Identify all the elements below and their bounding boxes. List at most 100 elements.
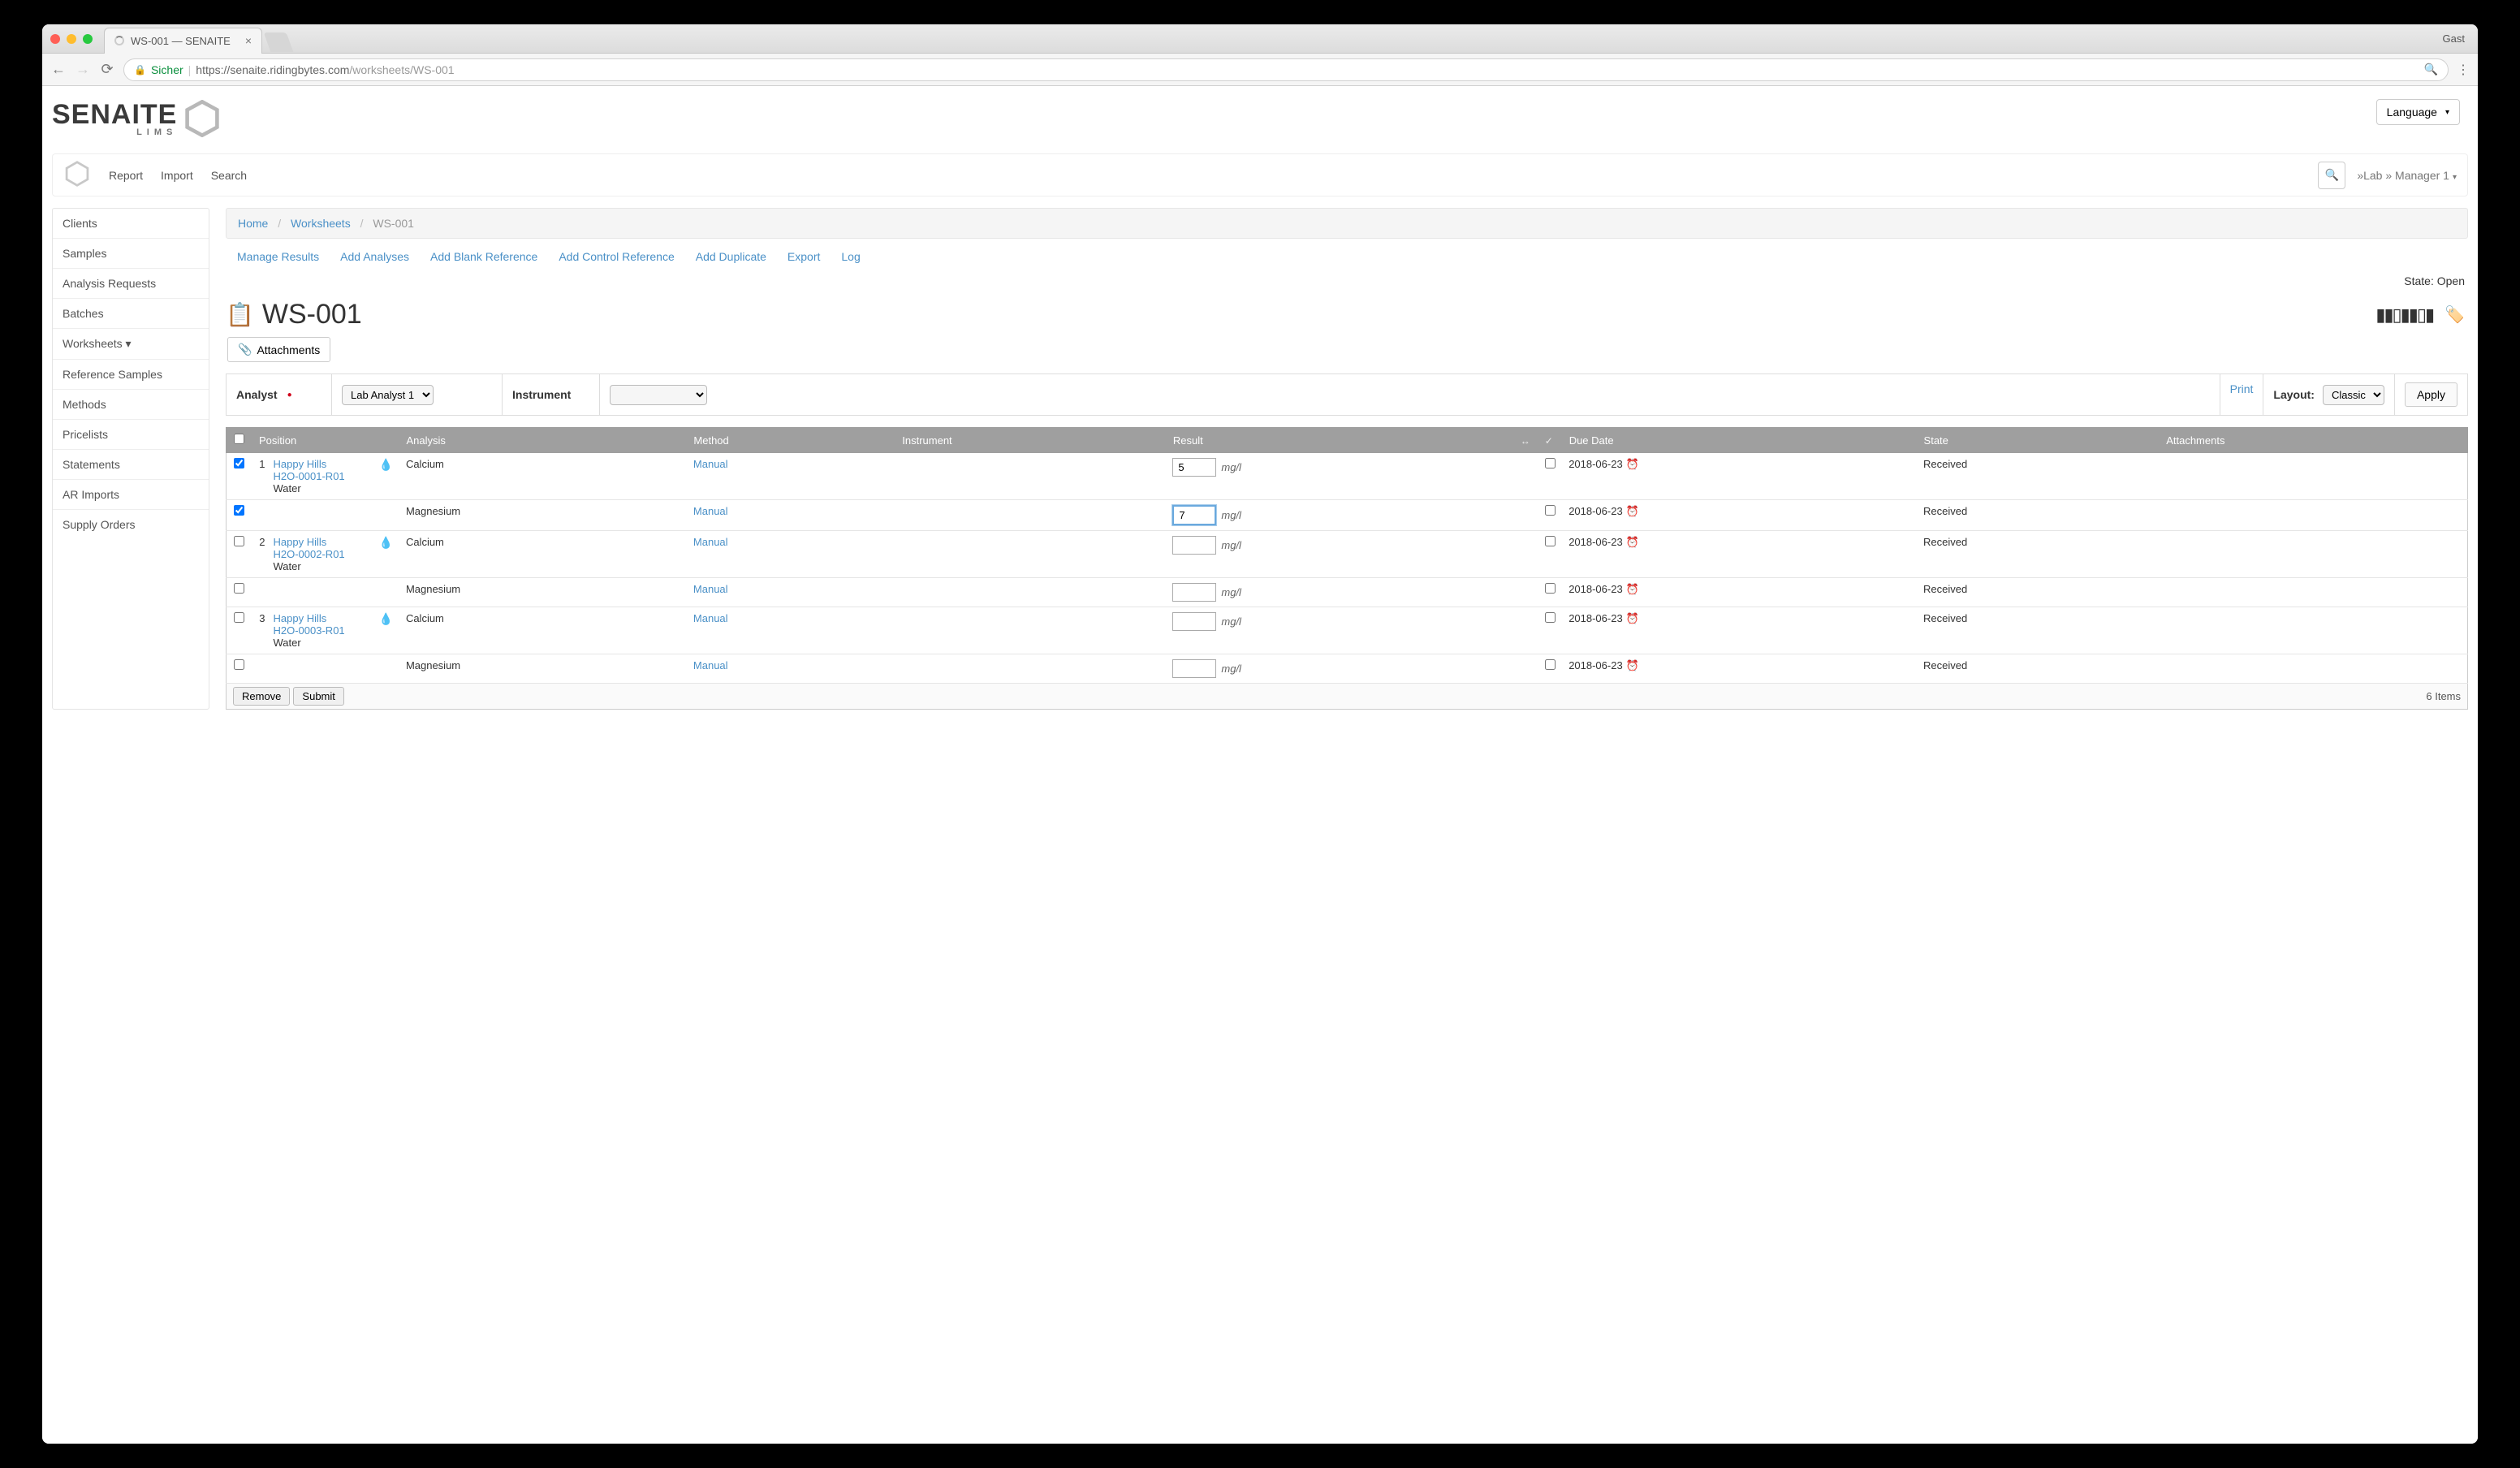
barcode-icon[interactable]: ▮▮▯▮▮▯▮ — [2375, 304, 2433, 326]
browser-tab[interactable]: WS-001 — SENAITE × — [104, 28, 262, 54]
sticker-icon[interactable]: 🏷️ — [2444, 304, 2465, 325]
result-input[interactable] — [1172, 583, 1216, 602]
nav-import[interactable]: Import — [161, 169, 193, 182]
sidebar-item[interactable]: Samples — [53, 239, 209, 269]
tab-log[interactable]: Log — [841, 250, 860, 263]
request-link[interactable]: H2O-0003-R01 — [274, 624, 366, 637]
new-tab-button[interactable] — [264, 32, 294, 52]
clock-icon: ⏰ — [1626, 583, 1639, 595]
position-cell — [252, 500, 267, 531]
row-checkbox[interactable] — [234, 659, 244, 670]
client-link[interactable]: Happy Hills — [274, 536, 327, 548]
search-button[interactable]: 🔍 — [2318, 162, 2345, 189]
close-window-button[interactable] — [50, 34, 60, 44]
sidebar-item[interactable]: Supply Orders — [53, 510, 209, 539]
tab-close-icon[interactable]: × — [245, 34, 252, 47]
result-input[interactable] — [1172, 505, 1216, 525]
verify-checkbox[interactable] — [1545, 458, 1556, 468]
sample-cell — [267, 654, 373, 684]
col-attachments[interactable]: Attachments — [2160, 428, 2468, 453]
sample-icon-cell: 💧 — [373, 453, 399, 500]
senaite-logo[interactable]: SENAITE LIMS — [52, 99, 221, 137]
request-link[interactable]: H2O-0001-R01 — [274, 470, 366, 482]
nav-search[interactable]: Search — [211, 169, 247, 182]
sidebar-item[interactable]: Worksheets ▾ — [53, 329, 209, 360]
print-link[interactable]: Print — [2230, 382, 2254, 395]
sidebar-item[interactable]: Batches — [53, 299, 209, 329]
row-checkbox[interactable] — [234, 583, 244, 594]
method-link[interactable]: Manual — [693, 458, 728, 470]
back-button[interactable]: ← — [50, 61, 67, 78]
col-position[interactable]: Position — [252, 428, 373, 453]
table-row: 2Happy HillsH2O-0002-R01Water💧CalciumMan… — [227, 531, 2468, 578]
profile-label[interactable]: Gast — [2443, 32, 2465, 45]
sidebar-item[interactable]: Pricelists — [53, 420, 209, 450]
tab-add-control[interactable]: Add Control Reference — [559, 250, 674, 263]
method-link[interactable]: Manual — [693, 583, 728, 595]
method-link[interactable]: Manual — [693, 659, 728, 671]
omnibox-search-icon[interactable]: 🔍 — [2424, 63, 2438, 76]
app-home-icon[interactable] — [63, 160, 91, 190]
verify-checkbox[interactable] — [1545, 505, 1556, 516]
tab-export[interactable]: Export — [788, 250, 820, 263]
result-input[interactable] — [1172, 536, 1216, 555]
method-link[interactable]: Manual — [693, 505, 728, 517]
sidebar-item[interactable]: AR Imports — [53, 480, 209, 510]
row-checkbox[interactable] — [234, 612, 244, 623]
minimize-window-button[interactable] — [67, 34, 76, 44]
col-analysis[interactable]: Analysis — [399, 428, 687, 453]
sample-cell — [267, 500, 373, 531]
col-method[interactable]: Method — [687, 428, 895, 453]
select-all-checkbox[interactable] — [234, 434, 244, 444]
col-due[interactable]: Due Date — [1562, 428, 1917, 453]
verify-checkbox[interactable] — [1545, 583, 1556, 594]
tab-add-duplicate[interactable]: Add Duplicate — [696, 250, 766, 263]
reload-button[interactable]: ⟳ — [99, 61, 115, 78]
apply-button[interactable]: Apply — [2405, 382, 2457, 407]
sidebar-item[interactable]: Clients — [53, 209, 209, 239]
crumb-worksheets[interactable]: Worksheets — [291, 217, 351, 230]
client-link[interactable]: Happy Hills — [274, 458, 327, 470]
browser-menu-button[interactable]: ⋮ — [2457, 62, 2470, 78]
sidebar-item[interactable]: Reference Samples — [53, 360, 209, 390]
row-checkbox[interactable] — [234, 505, 244, 516]
submit-button[interactable]: Submit — [293, 687, 343, 706]
request-link[interactable]: H2O-0002-R01 — [274, 548, 366, 560]
sidebar-item[interactable]: Analysis Requests — [53, 269, 209, 299]
page-title: WS-001 — [262, 299, 362, 330]
crumb-home[interactable]: Home — [238, 217, 268, 230]
verify-checkbox[interactable] — [1545, 612, 1556, 623]
client-link[interactable]: Happy Hills — [274, 612, 327, 624]
instrument-select[interactable] — [610, 385, 707, 405]
caret-down-icon: ▾ — [2445, 108, 2449, 117]
user-menu[interactable]: »Lab » Manager 1▾ — [2357, 169, 2457, 182]
col-instrument[interactable]: Instrument — [895, 428, 1167, 453]
method-link[interactable]: Manual — [693, 536, 728, 548]
nav-report[interactable]: Report — [109, 169, 143, 182]
sidebar-item[interactable]: Statements — [53, 450, 209, 480]
attachments-button[interactable]: 📎 Attachments — [227, 337, 330, 362]
tab-add-blank[interactable]: Add Blank Reference — [430, 250, 537, 263]
tab-add-analyses[interactable]: Add Analyses — [340, 250, 409, 263]
range-icon: ↔ — [1521, 435, 1530, 447]
result-input[interactable] — [1172, 458, 1216, 477]
tab-manage-results[interactable]: Manage Results — [237, 250, 319, 263]
analyst-select[interactable]: Lab Analyst 1 — [342, 385, 434, 405]
layout-select[interactable]: Classic — [2323, 385, 2384, 405]
result-input[interactable] — [1172, 659, 1216, 678]
row-checkbox[interactable] — [234, 536, 244, 546]
sidebar-item[interactable]: Methods — [53, 390, 209, 420]
language-button[interactable]: Language▾ — [2376, 99, 2460, 125]
col-result[interactable]: Result — [1166, 428, 1513, 453]
address-bar[interactable]: 🔒 Sicher | https://senaite.ridingbytes.c… — [123, 58, 2449, 81]
method-link[interactable]: Manual — [693, 612, 728, 624]
item-count: 6 Items — [2426, 690, 2461, 702]
verify-checkbox[interactable] — [1545, 659, 1556, 670]
remove-button[interactable]: Remove — [233, 687, 290, 706]
result-input[interactable] — [1172, 612, 1216, 631]
verify-checkbox[interactable] — [1545, 536, 1556, 546]
caret-down-icon: ▾ — [2453, 173, 2457, 182]
row-checkbox[interactable] — [234, 458, 244, 468]
maximize-window-button[interactable] — [83, 34, 93, 44]
col-state[interactable]: State — [1917, 428, 2160, 453]
